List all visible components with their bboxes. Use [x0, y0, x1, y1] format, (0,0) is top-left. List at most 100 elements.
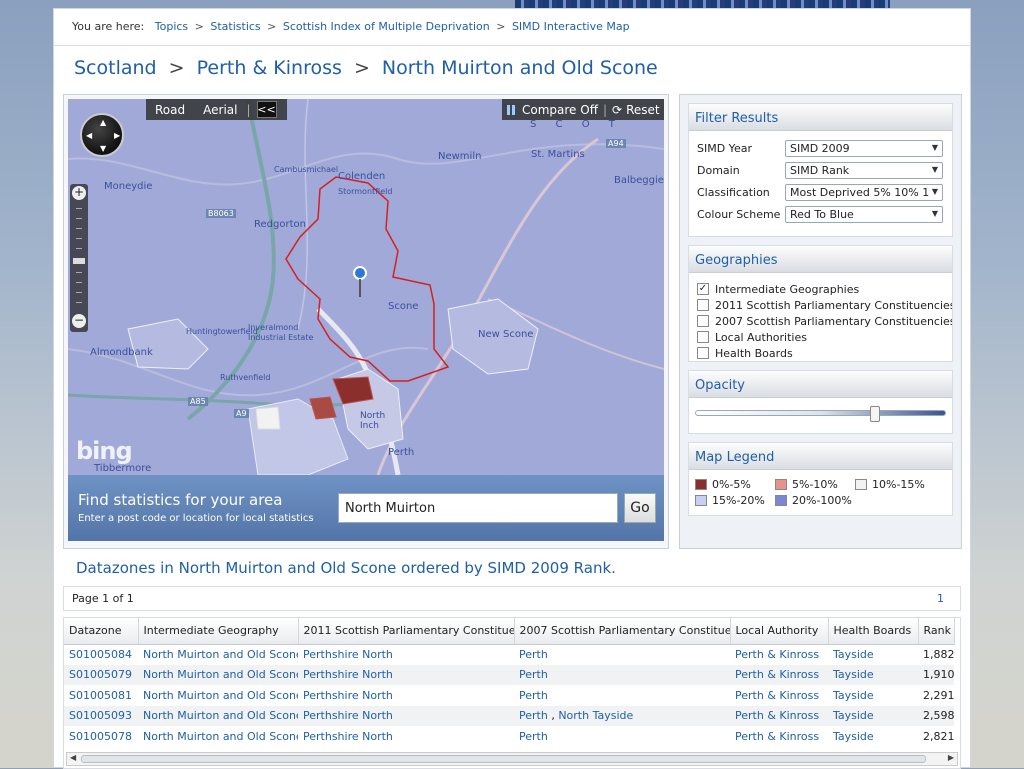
breadcrumb-statistics[interactable]: Statistics: [210, 20, 260, 33]
sp2011-link[interactable]: Perthshire North: [303, 689, 393, 702]
datazone-link[interactable]: S01005093: [69, 709, 132, 722]
headline-scotland-link[interactable]: Scotland: [74, 57, 157, 79]
scroll-right-icon[interactable]: ▶: [948, 753, 954, 762]
datazone-link[interactable]: S01005078: [69, 730, 132, 743]
compare-toggle-button[interactable]: Compare Off: [522, 103, 598, 117]
scroll-left-icon[interactable]: ◀: [70, 753, 76, 762]
bing-logo: bing: [76, 437, 133, 465]
sp2007-link[interactable]: Perth: [519, 689, 548, 702]
pan-left-icon[interactable]: ◀: [86, 131, 92, 140]
sp2007-link[interactable]: Perth: [519, 709, 548, 722]
health-board-link[interactable]: Tayside: [833, 689, 874, 702]
local-authority-link[interactable]: Perth & Kinross: [735, 648, 819, 661]
page-link[interactable]: 1: [937, 592, 944, 605]
headline-council-link[interactable]: Perth & Kinross: [197, 57, 342, 79]
simd-year-select[interactable]: SIMD 2009: [785, 139, 943, 157]
table-cell: Perth & Kinross: [730, 664, 828, 685]
geography-option[interactable]: Local Authorities: [689, 329, 952, 345]
health-board-link[interactable]: Tayside: [833, 668, 874, 681]
horizontal-scrollbar[interactable]: ◀ ▶: [66, 752, 958, 766]
pan-up-icon[interactable]: ▲: [100, 118, 106, 127]
checkbox-icon[interactable]: [697, 299, 709, 311]
road-view-button[interactable]: Road: [146, 103, 194, 117]
health-board-link[interactable]: Tayside: [833, 709, 874, 722]
checkbox-checked-icon[interactable]: ✓: [697, 283, 709, 295]
legend-heading: Map Legend: [689, 443, 952, 470]
sp2011-link[interactable]: Perthshire North: [303, 709, 393, 722]
sp2007-link[interactable]: Perth: [519, 730, 548, 743]
column-header-rank[interactable]: Rank: [918, 618, 955, 645]
opacity-slider[interactable]: [695, 406, 946, 422]
sp2011-link[interactable]: Perthshire North: [303, 730, 393, 743]
intermediate-geography-link[interactable]: North Muirton and Old Scone: [143, 689, 298, 702]
health-board-link[interactable]: Tayside: [833, 648, 874, 661]
zoom-out-button[interactable]: −: [72, 314, 86, 328]
sp2007-link[interactable]: Perth: [519, 648, 548, 661]
column-header-intermediate-geography[interactable]: Intermediate Geography: [138, 618, 299, 645]
colour-scheme-select[interactable]: Red To Blue: [785, 205, 943, 223]
scrollbar-thumb[interactable]: [81, 755, 926, 763]
checkbox-icon[interactable]: [697, 331, 709, 343]
geography-option[interactable]: 2007 Scottish Parliamentary Constituenci…: [689, 313, 952, 329]
collapse-toolbar-button[interactable]: <<: [256, 101, 277, 118]
zoom-slider-thumb[interactable]: [73, 258, 85, 264]
location-search-input[interactable]: [338, 493, 618, 523]
checkbox-icon[interactable]: [697, 315, 709, 327]
breadcrumb-simd-map[interactable]: SIMD Interactive Map: [512, 20, 630, 33]
zoom-tick: [76, 238, 82, 239]
legend-grid: 0%-5% 5%-10% 10%-15% 15%-20% 20%-100%: [689, 470, 952, 512]
datazone-link[interactable]: S01005081: [69, 689, 132, 702]
road-label: B8063: [206, 209, 236, 218]
geography-option[interactable]: Health Boards: [689, 345, 952, 361]
table-row[interactable]: S01005084 North Muirton and Old Scone Pert…: [64, 644, 954, 665]
legend-item: 20%-100%: [775, 492, 855, 508]
reset-map-button[interactable]: Reset: [626, 103, 660, 117]
zoom-in-button[interactable]: +: [72, 186, 86, 200]
column-header-sp2007[interactable]: 2007 Scottish Parliamentary Constituenci…: [514, 618, 731, 645]
pan-right-icon[interactable]: ▶: [114, 131, 120, 140]
map-canvas[interactable]: Newmiln St. Martins Moneydie Cambusmicha…: [68, 99, 664, 475]
headline-area-link[interactable]: North Muirton and Old Scone: [382, 57, 658, 79]
table-cell: Tayside: [828, 705, 918, 726]
aerial-view-button[interactable]: Aerial: [194, 103, 246, 117]
pan-control[interactable]: ▲ ◀ ▶ ▼: [80, 113, 124, 157]
table-row[interactable]: S01005081 North Muirton and Old Scone Pert…: [64, 685, 954, 706]
intermediate-geography-link[interactable]: North Muirton and Old Scone: [143, 668, 298, 681]
filter-row-colour: Colour Scheme Red To Blue: [689, 203, 952, 225]
sp2011-link[interactable]: Perthshire North: [303, 668, 393, 681]
table-row[interactable]: S01005093 North Muirton and Old Scone Pert…: [64, 705, 954, 726]
breadcrumb-prefix: You are here:: [72, 20, 145, 33]
column-header-health-boards[interactable]: Health Boards: [828, 618, 919, 645]
opacity-slider-thumb[interactable]: [870, 406, 881, 422]
datazone-link[interactable]: S01005079: [69, 668, 132, 681]
domain-select[interactable]: SIMD Rank: [785, 161, 943, 179]
headline-separator: >: [353, 57, 370, 79]
checkbox-icon[interactable]: [697, 347, 709, 359]
geography-option[interactable]: 2011 Scottish Parliamentary Constituenci…: [689, 297, 952, 313]
table-cell: 2,821: [918, 726, 954, 747]
classification-select[interactable]: Most Deprived 5% 10% 1: [785, 183, 943, 201]
local-authority-link[interactable]: Perth & Kinross: [735, 709, 819, 722]
geography-option[interactable]: ✓ Intermediate Geographies: [689, 281, 952, 297]
datazone-link[interactable]: S01005084: [69, 648, 132, 661]
sp2011-link[interactable]: Perthshire North: [303, 648, 393, 661]
local-authority-link[interactable]: Perth & Kinross: [735, 730, 819, 743]
column-header-local-authority[interactable]: Local Authority: [730, 618, 829, 645]
local-authority-link[interactable]: Perth & Kinross: [735, 668, 819, 681]
column-header-datazone[interactable]: Datazone: [64, 618, 139, 645]
intermediate-geography-link[interactable]: North Muirton and Old Scone: [143, 730, 298, 743]
table-cell: S01005084: [64, 644, 138, 665]
table-row[interactable]: S01005078 North Muirton and Old Scone Pert…: [64, 726, 954, 747]
sp2007-link[interactable]: North Tayside: [558, 709, 633, 722]
table-row[interactable]: S01005079 North Muirton and Old Scone Pert…: [64, 664, 954, 685]
local-authority-link[interactable]: Perth & Kinross: [735, 689, 819, 702]
health-board-link[interactable]: Tayside: [833, 730, 874, 743]
intermediate-geography-link[interactable]: North Muirton and Old Scone: [143, 648, 298, 661]
go-button[interactable]: Go: [624, 493, 656, 523]
intermediate-geography-link[interactable]: North Muirton and Old Scone: [143, 709, 298, 722]
breadcrumb-topics[interactable]: Topics: [155, 20, 188, 33]
sp2007-link[interactable]: Perth: [519, 668, 548, 681]
column-header-sp2011[interactable]: 2011 Scottish Parliamentary Constituenci…: [298, 618, 515, 645]
breadcrumb-simd[interactable]: Scottish Index of Multiple Deprivation: [283, 20, 490, 33]
pan-down-icon[interactable]: ▼: [100, 144, 106, 153]
